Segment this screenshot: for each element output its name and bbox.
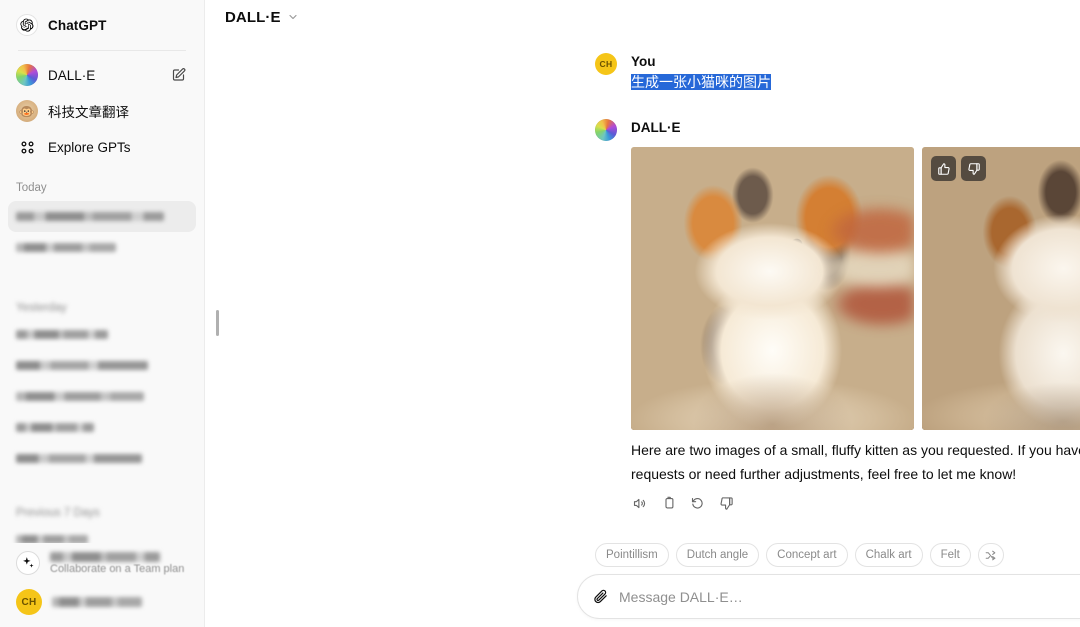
team-plan-subtitle: Collaborate on a Team plan <box>50 562 185 575</box>
message-actions <box>627 491 1080 515</box>
sidebar-item-dalle-label: DALL·E <box>48 67 96 83</box>
history-item-redacted[interactable] <box>8 232 196 263</box>
team-plan-upsell[interactable]: Collaborate on a Team plan <box>8 543 196 583</box>
chip-dutch-angle[interactable]: Dutch angle <box>675 543 760 567</box>
user-message: CH You 生成一张小猫咪的图片 <box>205 53 1080 92</box>
chevron-down-icon <box>287 11 299 23</box>
search-input[interactable] <box>609 588 1080 605</box>
sidebar-item-translator[interactable]: 🐵 科技文章翻译 <box>8 93 196 129</box>
main-content: DALL·E CH You 生成一张小猫咪的图片 DALL·E Here are… <box>205 0 1080 627</box>
avatar: CH <box>595 53 617 75</box>
sidebar-item-dalle[interactable]: DALL·E <box>8 57 196 93</box>
monkey-avatar-icon: 🐵 <box>16 100 38 122</box>
chip-chalk-art[interactable]: Chalk art <box>854 543 923 567</box>
history-group-title-today: Today <box>16 182 47 194</box>
thumbs-down-icon[interactable] <box>961 156 986 181</box>
generated-image-1[interactable] <box>631 147 914 430</box>
assistant-message-text: Here are two images of a small, fluffy k… <box>631 442 1080 482</box>
team-plan-upsell-text: Collaborate on a Team plan <box>50 551 185 575</box>
thumbs-up-icon[interactable] <box>931 156 956 181</box>
history-item-redacted[interactable] <box>8 443 196 474</box>
user-message-text: 生成一张小猫咪的图片 <box>631 74 771 90</box>
chip-pointillism[interactable]: Pointillism <box>595 543 669 567</box>
copy-icon[interactable] <box>656 491 680 515</box>
sparkle-icon <box>16 551 40 575</box>
account-name-redacted <box>52 597 142 607</box>
chip-felt[interactable]: Felt <box>929 543 971 567</box>
sidebar-item-translator-label: 科技文章翻译 <box>48 105 129 120</box>
openai-logo-icon <box>16 14 38 36</box>
assistant-message: DALL·E Here are two images of a small, f… <box>205 119 1080 515</box>
regenerate-icon[interactable] <box>685 491 709 515</box>
sidebar-brand-label: ChatGPT <box>48 17 107 33</box>
history-item-redacted[interactable] <box>8 201 196 232</box>
suggestion-chips: Pointillism Dutch angle Concept art Chal… <box>595 543 1080 567</box>
account-row[interactable]: CH <box>8 583 196 621</box>
history-item-redacted[interactable] <box>8 524 196 543</box>
sidebar-divider <box>18 50 186 51</box>
sidebar-resize-handle[interactable] <box>216 310 219 336</box>
team-plan-title-redacted <box>50 551 160 562</box>
shuffle-icon[interactable] <box>977 543 1004 567</box>
sidebar-item-explore-label: Explore GPTs <box>48 139 131 155</box>
message-composer[interactable] <box>577 574 1080 619</box>
kitten-image-a <box>631 147 914 430</box>
kitten-image-b <box>922 147 1080 430</box>
paperclip-icon[interactable] <box>592 588 609 605</box>
read-aloud-icon[interactable] <box>627 491 651 515</box>
image-feedback-group <box>931 156 986 181</box>
assistant-message-body: DALL·E Here are two images of a small, f… <box>631 119 1080 515</box>
new-chat-edit-icon[interactable] <box>171 68 186 83</box>
page-title: DALL·E <box>225 8 281 26</box>
history-item-redacted[interactable] <box>8 412 196 443</box>
grid-apps-icon <box>16 136 38 158</box>
sidebar-item-chatgpt[interactable]: ChatGPT <box>8 7 196 43</box>
dalle-orb-icon <box>16 64 38 86</box>
sidebar: ChatGPT DALL·E 🐵 科技文章翻译 Explore GPTs Tod… <box>0 0 205 627</box>
history-group-title-previous-7-days: Previous 7 Days <box>16 507 100 519</box>
user-message-text-wrap: 生成一张小猫咪的图片 <box>631 72 1080 92</box>
user-message-author: You <box>631 54 656 69</box>
history-group-title-yesterday: Yesterday <box>16 302 67 314</box>
history-item-redacted[interactable] <box>8 319 196 350</box>
generated-image-2[interactable] <box>922 147 1080 430</box>
dalle-orb-icon <box>595 119 617 141</box>
sidebar-chat-history[interactable]: Today Yesterday Previous 7 Days <box>8 165 196 543</box>
history-item-redacted[interactable] <box>8 381 196 412</box>
sidebar-bottom-section: Collaborate on a Team plan CH <box>8 543 196 627</box>
assistant-message-author: DALL·E <box>631 120 681 135</box>
sidebar-top-section: ChatGPT DALL·E 🐵 科技文章翻译 Explore GPTs <box>8 0 196 165</box>
sidebar-item-explore-gpts[interactable]: Explore GPTs <box>8 129 196 165</box>
chip-concept-art[interactable]: Concept art <box>766 543 848 567</box>
generated-image-grid <box>631 147 1080 430</box>
chatgpt-app: ChatGPT DALL·E 🐵 科技文章翻译 Explore GPTs Tod… <box>0 0 1080 627</box>
avatar: CH <box>16 589 42 615</box>
thumbs-down-icon[interactable] <box>714 491 738 515</box>
top-bar: DALL·E <box>205 0 1080 34</box>
conversation-thread: CH You 生成一张小猫咪的图片 DALL·E Here are two im… <box>205 34 1080 532</box>
model-selector[interactable]: DALL·E <box>221 6 307 29</box>
history-item-redacted[interactable] <box>8 350 196 381</box>
user-message-body: You 生成一张小猫咪的图片 <box>631 53 1080 92</box>
